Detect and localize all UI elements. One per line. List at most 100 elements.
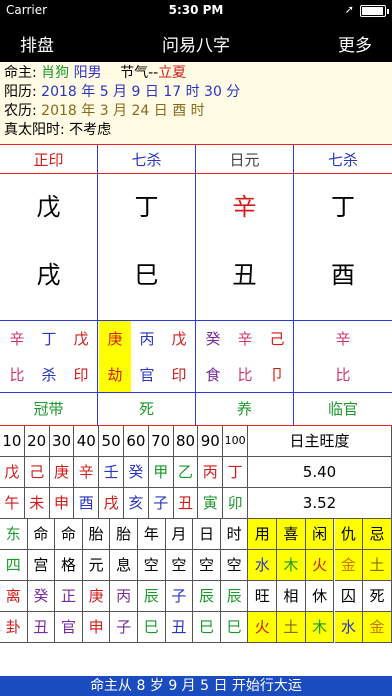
hidden-cell: 戊印 — [73, 330, 89, 384]
element-cell: 火 — [248, 612, 278, 643]
chart-value-cell: 宫 — [27, 550, 56, 581]
true-solar-time-label: 真太阳时: — [4, 122, 65, 138]
info-panel: 命主: 肖狗 阳男 节气--立夏 阳历: 2018 年 5 月 9 日 17 时… — [0, 62, 392, 144]
element-cell: 土 — [363, 550, 392, 581]
pillar-branch: 酉 — [331, 261, 355, 289]
chart-branch-cell: 巳 — [220, 612, 249, 643]
chart-branch-cell: 官 — [55, 612, 83, 643]
strength-score-2: 3.52 — [248, 488, 392, 519]
element-state-cell: 旺 — [248, 581, 278, 612]
chart-stem-cell: 庚 — [82, 581, 111, 612]
chart-stem-cell: 子 — [165, 581, 194, 612]
pillar-branch: 巳 — [134, 261, 159, 289]
true-solar-time-value: 不考虑 — [69, 122, 112, 138]
hidden-cell: 己卩 — [269, 330, 285, 384]
luck-stem-cell: 辛 — [74, 457, 100, 488]
chart-branch-cell: 丑 — [27, 612, 56, 643]
pillar-stem: 戊 — [36, 193, 61, 221]
element-role-cell: 用 — [248, 519, 278, 550]
chart-stem-cell: 离 — [0, 581, 28, 612]
luck-stem-cell: 庚 — [49, 457, 75, 488]
chart-branch-cell: 卦 — [0, 612, 28, 643]
strength-label: 日主旺度 — [248, 426, 392, 457]
cycle-year: 冠带 — [0, 393, 98, 426]
info-row-lunar: 农历: 2018 年 3 月 24 日 酉 时 — [4, 102, 388, 121]
luck-branch-cell: 戌 — [99, 488, 124, 519]
age-cell: 30 — [49, 426, 75, 457]
chart-label-cell: 命 — [27, 519, 56, 550]
age-cell: 100 — [223, 426, 248, 457]
age-cell: 20 — [24, 426, 50, 457]
luck-branch-cell: 丑 — [173, 488, 199, 519]
hidden-cell: 庚劫 — [99, 321, 131, 393]
chart-stem-cell: 正 — [55, 581, 83, 612]
chart-value-cell: 空 — [138, 550, 166, 581]
element-state-cell: 囚 — [334, 581, 364, 612]
chart-label-cell: 命 — [55, 519, 83, 550]
chart-label-cell: 日 — [193, 519, 221, 550]
chart-label-cell: 年 — [138, 519, 166, 550]
solar-date-label: 阳历: — [4, 84, 37, 100]
pillar-god: 七杀 — [327, 151, 358, 169]
luck-branch-cell: 申 — [49, 488, 75, 519]
chart-branch-cell: 巳 — [193, 612, 221, 643]
chart-branch-cell: 丑 — [165, 612, 194, 643]
element-cell: 土 — [277, 612, 306, 643]
lunar-date-value: 2018 年 3 月 24 日 酉 时 — [41, 103, 205, 119]
element-cell: 火 — [305, 550, 335, 581]
age-cell: 70 — [148, 426, 174, 457]
luck-stem-cell: 癸 — [124, 457, 149, 488]
pillar-god: 正印 — [33, 151, 64, 169]
luck-branch-cell: 未 — [24, 488, 50, 519]
luck-start-banner[interactable]: 命主从 8 岁 9 月 5 日 开始行大运 — [0, 676, 392, 696]
chart-value-cell: 空 — [220, 550, 249, 581]
chart-label-cell: 胎 — [82, 519, 111, 550]
element-cell: 木 — [305, 612, 335, 643]
more-button[interactable]: 更多 — [338, 31, 372, 56]
chart-stem-cell: 癸 — [27, 581, 56, 612]
element-cell: 金 — [334, 550, 364, 581]
element-state-cell: 相 — [277, 581, 306, 612]
luck-branch-cell: 亥 — [124, 488, 149, 519]
hidden-col-month: 庚劫 丙官 戊印 — [98, 321, 196, 393]
chart-label-cell: 时 — [220, 519, 249, 550]
pillar-hour[interactable]: 七杀 丁 酉 — [294, 145, 392, 321]
chart-value-cell: 空 — [193, 550, 221, 581]
pillar-day[interactable]: 日元 辛 丑 — [196, 145, 294, 321]
chart-stem-cell: 辰 — [220, 581, 249, 612]
pillar-god: 七杀 — [131, 151, 162, 169]
status-bar: Carrier 5:30 PM ➚ — [0, 0, 392, 22]
element-role-cell: 闲 — [305, 519, 335, 550]
hidden-col-day: 癸食 辛比 己卩 — [196, 321, 294, 393]
cycle-month: 死 — [98, 393, 196, 426]
chart-branch-cell: 巳 — [138, 612, 166, 643]
hidden-col-hour: 辛比 — [294, 321, 392, 393]
hidden-cell: 戊印 — [171, 330, 187, 384]
age-cell: 10 — [0, 426, 25, 457]
lunar-date-label: 农历: — [4, 103, 37, 119]
element-role-cell: 忌 — [363, 519, 392, 550]
element-role-cell: 喜 — [277, 519, 306, 550]
hidden-cell: 丁杀 — [41, 330, 57, 384]
luck-branch-cell: 子 — [148, 488, 174, 519]
chart-value-cell: 格 — [55, 550, 83, 581]
pillar-year[interactable]: 正印 戊 戌 — [0, 145, 98, 321]
status-time: 5:30 PM — [168, 3, 224, 17]
cycle-hour: 临官 — [327, 400, 358, 418]
pillar-month[interactable]: 七杀 丁 巳 — [98, 145, 196, 321]
hidden-cell: 辛比 — [9, 330, 25, 384]
element-cell: 水 — [334, 612, 364, 643]
luck-branch-cell: 酉 — [74, 488, 100, 519]
chart-stem-cell: 丙 — [110, 581, 138, 612]
luck-stem-cell: 壬 — [99, 457, 124, 488]
element-role-cell: 仇 — [334, 519, 364, 550]
hidden-cell: 辛比 — [335, 330, 351, 384]
pillar-stem: 辛 — [232, 193, 257, 221]
luck-stem-cell: 丁 — [223, 457, 248, 488]
age-cell: 60 — [124, 426, 149, 457]
luck-branch-cell: 寅 — [198, 488, 224, 519]
luck-branch-cell: 午 — [0, 488, 25, 519]
chart-label-cell: 月 — [165, 519, 194, 550]
location-icon: ➚ — [344, 3, 354, 16]
chart-value-cell: 息 — [110, 550, 138, 581]
